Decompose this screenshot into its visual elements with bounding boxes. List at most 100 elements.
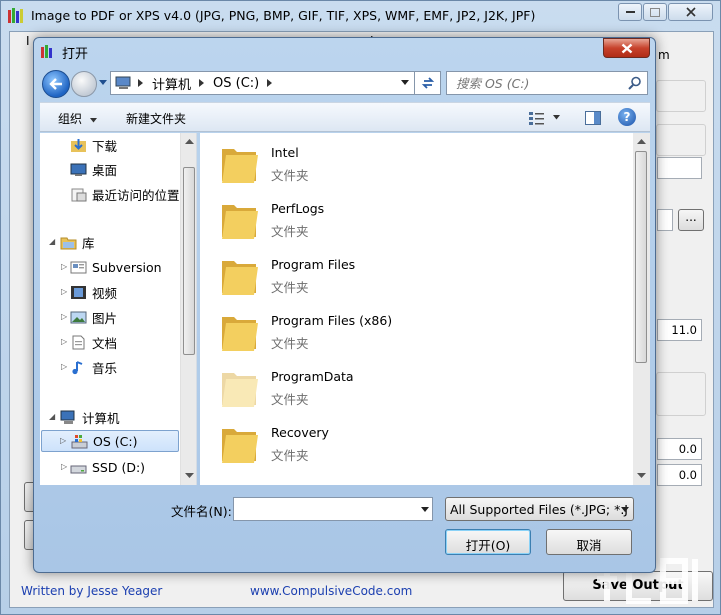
nav-label: 图片 (92, 310, 118, 326)
nav-item-recent-places[interactable]: 最近访问的位置 (70, 183, 180, 205)
main-value-field-3[interactable]: 0.0 (657, 464, 702, 486)
music-icon (72, 360, 83, 374)
file-item[interactable]: Program Files 文件夹 (218, 249, 518, 299)
folder-icon (222, 261, 258, 295)
navigation-pane: 下载 桌面 最近访问的位置 ◢ 库 ▷ Subversion ▷ 视频 ▷ 图片… (40, 133, 197, 485)
nav-item-os-c[interactable]: ▷ OS (C:) (41, 430, 179, 452)
downloads-icon (71, 138, 86, 152)
filetype-select[interactable]: All Supported Files (*.JPG; *.J (445, 497, 634, 521)
nav-item-subversion[interactable]: Subversion (70, 256, 180, 278)
dialog-close-button[interactable] (603, 38, 650, 58)
chevron-right-icon (267, 79, 273, 87)
expanded-arrow-icon[interactable]: ◢ (49, 412, 55, 421)
recent-places-icon (71, 188, 87, 201)
nav-item-documents[interactable]: 文档 (70, 331, 178, 353)
filename-dropdown-icon[interactable] (421, 507, 429, 512)
file-item[interactable]: Program Files (x86) 文件夹 (218, 305, 518, 355)
file-type: 文件夹 (271, 168, 309, 183)
filename-input[interactable] (233, 497, 433, 521)
main-minimize-button[interactable] (618, 3, 642, 21)
file-name: ProgramData (271, 369, 354, 384)
search-input[interactable] (447, 72, 627, 94)
scroll-down-icon[interactable] (637, 473, 646, 478)
back-arrow-icon (49, 78, 62, 90)
collapsed-arrow-icon[interactable]: ▷ (60, 436, 66, 445)
breadcrumb-separator-icon[interactable] (134, 79, 148, 87)
file-name: Recovery (271, 425, 329, 440)
folder-icon (222, 149, 258, 183)
history-dropdown-icon[interactable] (99, 80, 108, 85)
collapsed-arrow-icon[interactable]: ▷ (61, 362, 67, 371)
nav-item-downloads[interactable]: 下载 (70, 134, 178, 156)
footer-site-link[interactable]: www.CompulsiveCode.com (250, 584, 412, 598)
minimize-icon (625, 10, 635, 13)
chevron-down-icon (89, 118, 97, 123)
open-button[interactable]: 打开(O) (445, 529, 531, 555)
nav-item-desktop[interactable]: 桌面 (70, 158, 178, 180)
search-box[interactable] (446, 71, 648, 95)
file-type: 文件夹 (271, 392, 309, 407)
address-bar[interactable]: 计算机 OS (C:) (110, 71, 415, 95)
nav-item-pictures[interactable]: 图片 (70, 306, 178, 328)
file-list-scroll-thumb[interactable] (635, 151, 647, 363)
refresh-button[interactable] (415, 71, 441, 95)
address-dropdown-icon[interactable] (401, 80, 410, 85)
views-dropdown-icon[interactable] (553, 115, 561, 120)
breadcrumb-os-c[interactable]: OS (C:) (209, 76, 263, 91)
main-right-panel (656, 80, 706, 112)
nav-scrollbar[interactable] (180, 133, 196, 485)
file-list-scrollbar[interactable] (633, 133, 650, 485)
nav-item-libraries[interactable]: 库 (60, 231, 178, 253)
nav-item-ssd-d[interactable]: SSD (D:) (70, 456, 178, 478)
file-name: Intel (271, 145, 299, 160)
cancel-button[interactable]: 取消 (546, 529, 632, 555)
file-item[interactable]: ProgramData 文件夹 (218, 361, 518, 411)
collapsed-arrow-icon[interactable]: ▷ (61, 312, 67, 321)
dialog-app-icon (41, 45, 52, 58)
scroll-up-icon[interactable] (637, 139, 646, 144)
collapsed-arrow-icon[interactable]: ▷ (61, 337, 67, 346)
views-icon[interactable] (528, 110, 546, 126)
search-icon[interactable] (628, 76, 642, 90)
help-button[interactable]: ? (618, 108, 636, 126)
preview-pane-icon[interactable] (584, 110, 602, 126)
collapsed-arrow-icon[interactable]: ▷ (61, 287, 67, 296)
scroll-down-icon[interactable] (185, 473, 194, 478)
scroll-up-icon[interactable] (185, 139, 194, 144)
dialog-titlebar[interactable]: 打开 (34, 38, 655, 64)
nav-item-computer[interactable]: 计算机 (60, 406, 178, 428)
main-titlebar[interactable]: Image to PDF or XPS v4.0 (JPG, PNG, BMP,… (1, 1, 720, 31)
footer-author-link[interactable]: Written by Jesse Yeager (21, 584, 162, 598)
main-close-button[interactable] (668, 3, 713, 21)
collapsed-arrow-icon[interactable]: ▷ (61, 462, 67, 471)
file-type: 文件夹 (271, 336, 309, 351)
main-browse-button[interactable]: ... (678, 209, 704, 231)
expanded-arrow-icon[interactable]: ◢ (49, 237, 55, 246)
organize-button[interactable]: 组织 (58, 110, 98, 127)
maximize-icon (650, 7, 660, 17)
nav-item-music[interactable]: 音乐 (70, 356, 178, 378)
breadcrumb-computer[interactable]: 计算机 (148, 74, 195, 93)
breadcrumb-separator-icon[interactable] (195, 79, 209, 87)
filetype-dropdown-icon[interactable] (621, 507, 629, 512)
main-value-field-1[interactable]: 11.0 (657, 319, 702, 341)
main-text-field-2[interactable] (657, 209, 673, 231)
nav-scroll-thumb[interactable] (183, 167, 195, 355)
new-folder-button[interactable]: 新建文件夹 (126, 110, 186, 127)
collapsed-arrow-icon[interactable]: ▷ (61, 262, 67, 271)
main-left-label-fragment: I (26, 34, 30, 48)
main-maximize-button[interactable] (643, 3, 667, 21)
main-text-field-1[interactable] (657, 157, 702, 179)
back-button[interactable] (42, 70, 70, 98)
forward-button[interactable] (71, 71, 97, 97)
refresh-icon (421, 77, 434, 89)
close-icon (685, 7, 696, 17)
file-item[interactable]: PerfLogs 文件夹 (218, 193, 518, 243)
dialog-toolbar: 组织 新建文件夹 ? (40, 102, 650, 132)
nav-label: 文档 (92, 335, 118, 351)
main-value-field-2[interactable]: 0.0 (657, 438, 702, 460)
file-item[interactable]: Recovery 文件夹 (218, 417, 518, 467)
breadcrumb-separator-icon[interactable] (263, 79, 277, 87)
nav-item-videos[interactable]: 视频 (70, 281, 178, 303)
file-item[interactable]: Intel 文件夹 (218, 137, 518, 187)
